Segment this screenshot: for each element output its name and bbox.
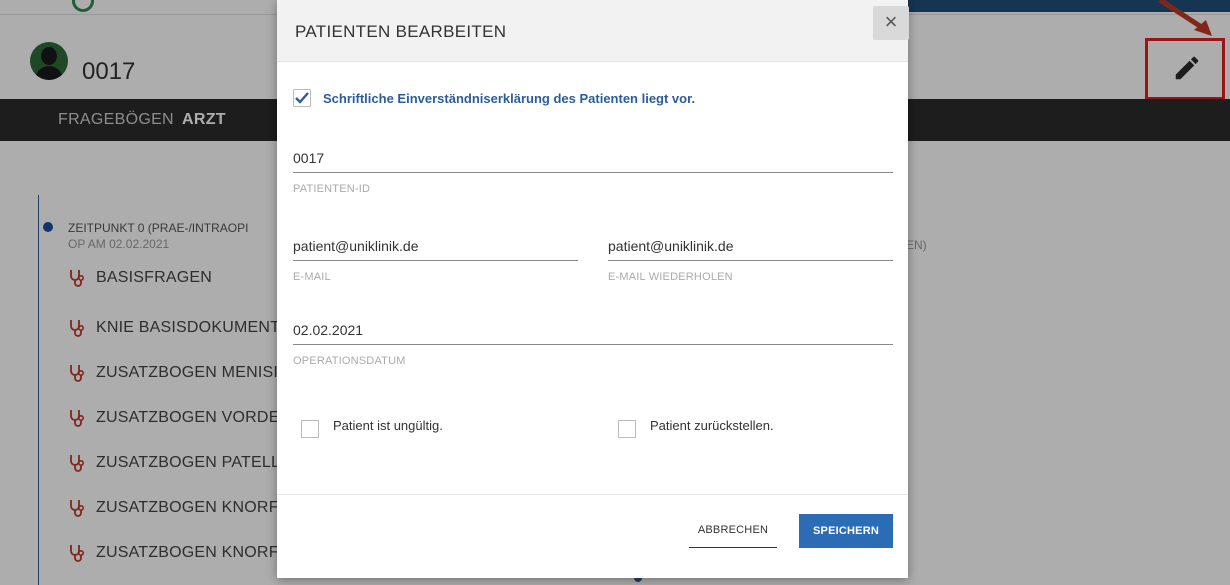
dialog-footer-divider [277, 494, 908, 495]
email-field[interactable]: patient@uniklinik.de E-MAIL [293, 238, 578, 283]
cancel-button[interactable]: ABBRECHEN [689, 518, 777, 548]
checkbox-checked-icon[interactable] [293, 89, 311, 107]
checkmark-icon [295, 92, 309, 104]
patient-id-value[interactable]: 0017 [293, 150, 893, 172]
consent-checkbox[interactable]: Schriftliche Einverständniserklärung des… [293, 89, 695, 107]
dialog-header: PATIENTEN BEARBEITEN [277, 0, 908, 62]
consent-label: Schriftliche Einverständniserklärung des… [323, 90, 696, 106]
invalid-checkbox[interactable]: Patient ist ungültig. [301, 412, 443, 438]
op-date-label: OPERATIONSDATUM [293, 355, 406, 367]
email-repeat-value[interactable]: patient@uniklinik.de [608, 238, 893, 260]
op-date-value[interactable]: 02.02.2021 [293, 322, 893, 344]
close-button[interactable]: × [873, 6, 909, 40]
email-repeat-field[interactable]: patient@uniklinik.de E-MAIL WIEDERHOLEN [608, 238, 893, 283]
op-date-field[interactable]: 02.02.2021 OPERATIONSDATUM [293, 322, 893, 367]
edit-patient-dialog: PATIENTEN BEARBEITEN × Schriftliche Einv… [277, 0, 909, 578]
email-value[interactable]: patient@uniklinik.de [293, 238, 578, 260]
defer-label: Patient zurückstellen. [650, 417, 774, 433]
patient-id-label: PATIENTEN-ID [293, 183, 371, 195]
checkbox-unchecked-icon[interactable] [301, 420, 319, 438]
save-button[interactable]: SPEICHERN [799, 514, 893, 548]
invalid-label: Patient ist ungültig. [333, 417, 443, 433]
defer-checkbox[interactable]: Patient zurückstellen. [618, 412, 774, 438]
patient-id-field[interactable]: 0017 PATIENTEN-ID [293, 150, 893, 195]
dialog-title: PATIENTEN BEARBEITEN [295, 22, 507, 41]
checkbox-unchecked-icon[interactable] [618, 420, 636, 438]
email-label: E-MAIL [293, 271, 331, 283]
email-repeat-label: E-MAIL WIEDERHOLEN [608, 271, 733, 283]
